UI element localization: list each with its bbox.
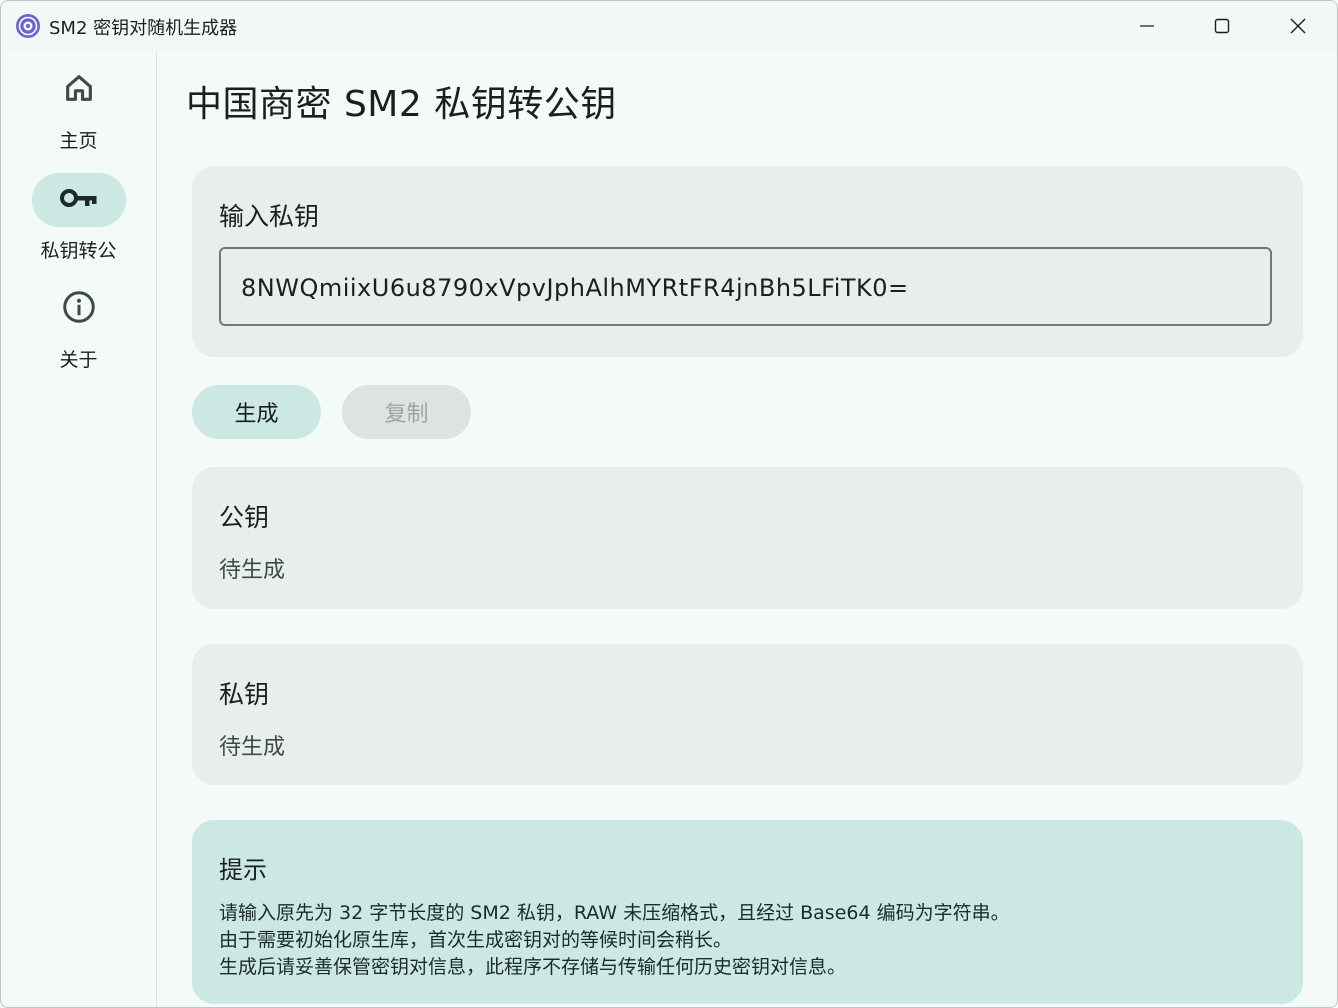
copy-button[interactable]: 复制 [342,385,471,439]
page-title: 中国商密 SM2 私钥转公钥 [186,84,617,125]
tips-card: 提示 请输入原先为 32 字节长度的 SM2 私钥，RAW 未压缩格式，且经过 … [192,820,1303,1004]
sidebar-item-label: 关于 [59,349,98,371]
app-logo-icon [15,13,41,39]
sidebar-pill-about[interactable] [32,282,126,336]
home-icon [62,71,96,109]
minimize-icon [1139,18,1155,34]
public-key-title: 公钥 [219,503,270,532]
private-key-input-card: 输入私钥 [192,166,1303,357]
tips-title: 提示 [219,856,267,884]
sidebar-pill-home[interactable] [32,63,126,117]
input-card-title: 输入私钥 [219,202,320,231]
sidebar-nav: 主页 私钥转公 关于 [1,51,157,1007]
sidebar-pill-private-to-public[interactable] [32,173,126,227]
sidebar-item-label: 私钥转公 [40,240,117,262]
private-key-input[interactable] [239,249,1253,326]
tips-line: 请输入原先为 32 字节长度的 SM2 私钥，RAW 未压缩格式，且经过 Bas… [219,902,1010,924]
app-window: SM2 密钥对随机生成器 主页 私钥转公 关于 中国商密 SM2 私钥转公钥 输… [0,0,1338,1008]
maximize-icon [1214,18,1230,34]
tips-line: 生成后请妥善保管密钥对信息，此程序不存储与传输任何历史密钥对信息。 [219,956,847,978]
close-button[interactable] [1260,1,1336,51]
maximize-button[interactable] [1184,1,1260,51]
minimize-button[interactable] [1109,1,1185,51]
private-key-value: 待生成 [219,735,286,760]
window-title: SM2 密钥对随机生成器 [49,18,238,39]
sidebar-item-about[interactable]: 关于 [1,282,156,382]
sidebar-item-label: 主页 [59,130,98,152]
public-key-card: 公钥 待生成 [192,467,1303,609]
private-key-title: 私钥 [219,680,270,709]
sidebar-item-home[interactable]: 主页 [1,63,156,163]
tips-line: 由于需要初始化原生库，首次生成密钥对的等候时间会稍长。 [219,929,733,951]
key-icon [59,186,99,214]
sidebar-item-private-to-public[interactable]: 私钥转公 [1,173,156,273]
generate-button[interactable]: 生成 [192,385,321,439]
title-bar[interactable]: SM2 密钥对随机生成器 [1,1,1337,51]
info-icon [61,289,97,329]
private-key-card: 私钥 待生成 [192,644,1303,785]
close-icon [1289,17,1307,35]
public-key-value: 待生成 [219,558,286,583]
private-key-field[interactable] [219,247,1272,326]
